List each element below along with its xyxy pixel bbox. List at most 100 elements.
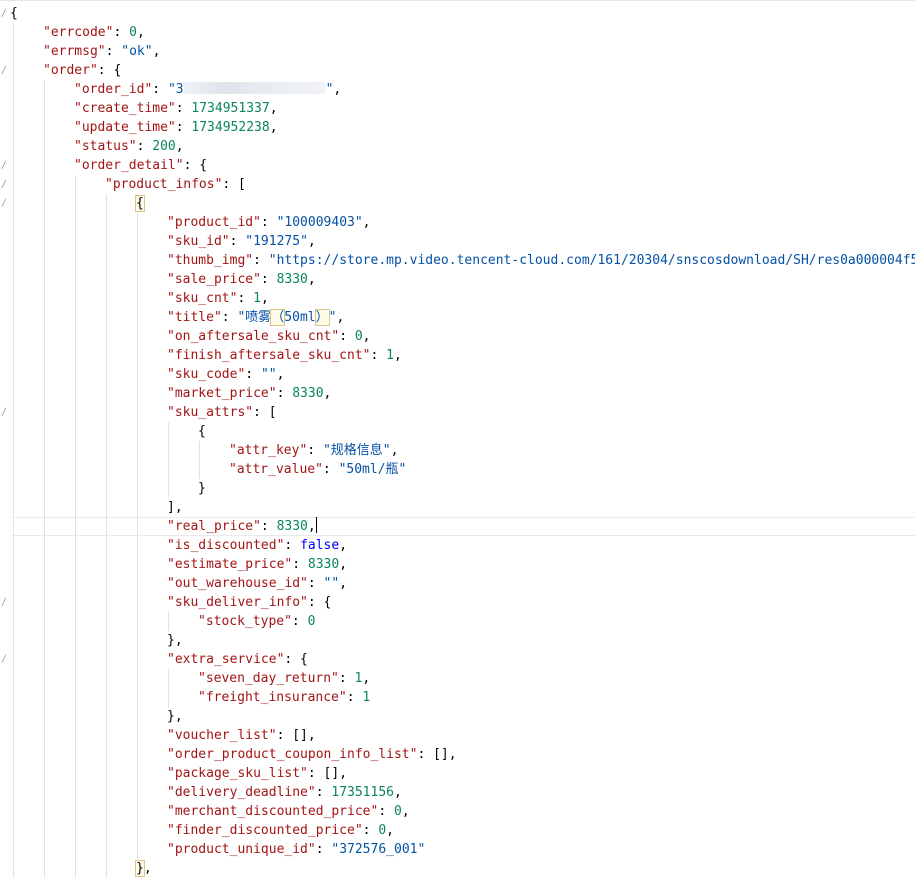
json-value: （ [270, 309, 286, 326]
indent-guide-line [137, 213, 138, 859]
json-key: "on_aftersale_sku_cnt" [167, 329, 340, 344]
code-line[interactable]: }, [167, 631, 183, 650]
code-line[interactable]: "merchant_discounted_price": 0, [167, 802, 410, 821]
code-line[interactable]: "update_time": 1734952238, [74, 118, 278, 137]
code-line[interactable]: "attr_key": "规格信息", [229, 441, 398, 460]
json-value: "" [260, 367, 277, 382]
code-line[interactable]: "freight_insurance": 1 [198, 688, 370, 707]
json-punctuation: , [276, 367, 285, 382]
json-key: "sku_code" [167, 367, 246, 382]
json-key: "title" [167, 310, 222, 325]
code-line[interactable]: }, [135, 859, 152, 878]
json-key: "errmsg" [43, 44, 106, 59]
json-punctuation: , [143, 861, 152, 876]
json-key: "seven_day_return" [198, 671, 339, 686]
json-punctuation: : [322, 462, 339, 477]
code-line[interactable]: "sku_code": "", [167, 365, 284, 384]
code-line[interactable]: "attr_value": "50ml/瓶" [229, 460, 406, 479]
fold-chevron-icon[interactable]: ∕ [1, 161, 9, 171]
code-line[interactable]: "estimate_price": 8330, [167, 555, 347, 574]
code-line[interactable]: "sale_price": 8330, [167, 270, 316, 289]
code-line[interactable]: "voucher_list": [], [167, 726, 316, 745]
json-punctuation: : { [284, 652, 308, 667]
json-punctuation: , [394, 785, 402, 800]
json-value: 1 [362, 690, 371, 705]
code-line[interactable]: "real_price": 8330, [167, 517, 317, 536]
json-key: "product_id" [167, 215, 261, 230]
fold-chevron-icon[interactable]: ∕ [1, 199, 9, 209]
fold-chevron-icon[interactable]: ∕ [1, 9, 9, 19]
redacted-value [183, 82, 326, 94]
json-key: "delivery_deadline" [167, 785, 316, 800]
code-line[interactable]: "finish_aftersale_sku_cnt": 1, [167, 346, 402, 365]
code-line[interactable]: { [135, 194, 145, 213]
text-caret [315, 517, 317, 533]
code-line[interactable]: "out_warehouse_id": "", [167, 574, 347, 593]
json-value: ） [314, 309, 330, 326]
code-line[interactable]: "order_id": "3 ", [74, 80, 341, 99]
json-key: "create_time" [74, 101, 176, 116]
code-line[interactable]: "product_id": "100009403", [167, 213, 371, 232]
json-key: "sku_deliver_info" [167, 595, 308, 610]
json-key: "product_infos" [105, 177, 223, 192]
json-punctuation: : [292, 557, 308, 572]
json-punctuation: : [], [276, 728, 316, 743]
code-line[interactable]: "title": "喷雾（50ml）", [167, 308, 344, 327]
fold-chevron-icon[interactable]: ∕ [1, 180, 9, 190]
json-key: "is_discounted" [167, 538, 285, 553]
code-line[interactable]: "package_sku_list": [], [167, 764, 347, 783]
fold-gutter: ∕ ∕ ∕ ∕ ∕ ∕ ∕ ∕ [0, 0, 10, 878]
current-line-highlight [12, 517, 915, 536]
code-line[interactable]: "extra_service": { [167, 650, 308, 669]
json-key: "stock_type" [198, 614, 292, 629]
code-line[interactable]: "stock_type": 0 [198, 612, 315, 631]
json-punctuation: }, [167, 633, 183, 648]
fold-chevron-icon[interactable]: ∕ [1, 655, 9, 665]
indent-guide-line [168, 612, 169, 631]
code-line[interactable]: { [10, 4, 18, 23]
code-line[interactable]: "is_discounted": false, [167, 536, 347, 555]
json-punctuation: : [237, 291, 254, 306]
code-line[interactable]: }, [167, 707, 183, 726]
json-punctuation: : [276, 386, 293, 401]
json-punctuation: , [152, 44, 161, 59]
code-line[interactable]: "order_product_coupon_info_list": [], [167, 745, 457, 764]
json-value: "喷雾 [237, 310, 272, 325]
json-punctuation: , [136, 25, 145, 40]
indent-guide-line [168, 669, 169, 707]
json-punctuation: : [229, 234, 246, 249]
fold-chevron-icon[interactable]: ∕ [1, 598, 9, 608]
code-line[interactable]: "on_aftersale_sku_cnt": 0, [167, 327, 371, 346]
code-line[interactable]: "create_time": 1734951337, [74, 99, 278, 118]
code-line[interactable]: "product_infos": [ [105, 175, 246, 194]
json-punctuation: , [386, 823, 394, 838]
code-line[interactable]: } [198, 479, 206, 498]
fold-chevron-icon[interactable]: ∕ [1, 66, 9, 76]
code-line[interactable]: "market_price": 8330, [167, 384, 331, 403]
code-line[interactable]: { [198, 422, 206, 441]
code-line[interactable]: "finder_discounted_price": 0, [167, 821, 394, 840]
json-code-editor[interactable]: ∕ ∕ ∕ ∕ ∕ ∕ ∕ ∕ {"errcode": 0, "errmsg": "ok", "o… [0, 0, 915, 878]
code-line[interactable]: "sku_cnt": 1, [167, 289, 269, 308]
code-line[interactable]: "sku_attrs": [ [167, 403, 277, 422]
code-line[interactable]: ], [167, 498, 183, 517]
code-line[interactable]: "errcode": 0, [43, 23, 145, 42]
code-line[interactable]: "product_unique_id": "372576_001" [167, 840, 425, 859]
code-line[interactable]: "sku_id": "191275", [167, 232, 316, 251]
code-line[interactable]: "thumb_img": "https://store.mp.video.ten… [167, 251, 915, 270]
indent-guide-line [168, 422, 169, 498]
code-line[interactable]: "delivery_deadline": 17351156, [167, 783, 402, 802]
code-line[interactable]: "seven_day_return": 1, [198, 669, 370, 688]
json-punctuation: : [260, 272, 277, 287]
json-key: "status" [74, 139, 137, 154]
json-value: 0 [378, 823, 387, 838]
code-line[interactable]: "order": { [43, 61, 121, 80]
fold-chevron-icon[interactable]: ∕ [1, 408, 9, 418]
json-punctuation: : [175, 120, 192, 135]
json-punctuation: }, [167, 709, 183, 724]
code-line[interactable]: "errmsg": "ok", [43, 42, 160, 61]
json-value: "100009403" [276, 215, 363, 230]
code-line[interactable]: "sku_deliver_info": { [167, 593, 331, 612]
code-line[interactable]: "order_detail": { [74, 156, 207, 175]
code-line[interactable]: "status": 200, [74, 137, 184, 156]
